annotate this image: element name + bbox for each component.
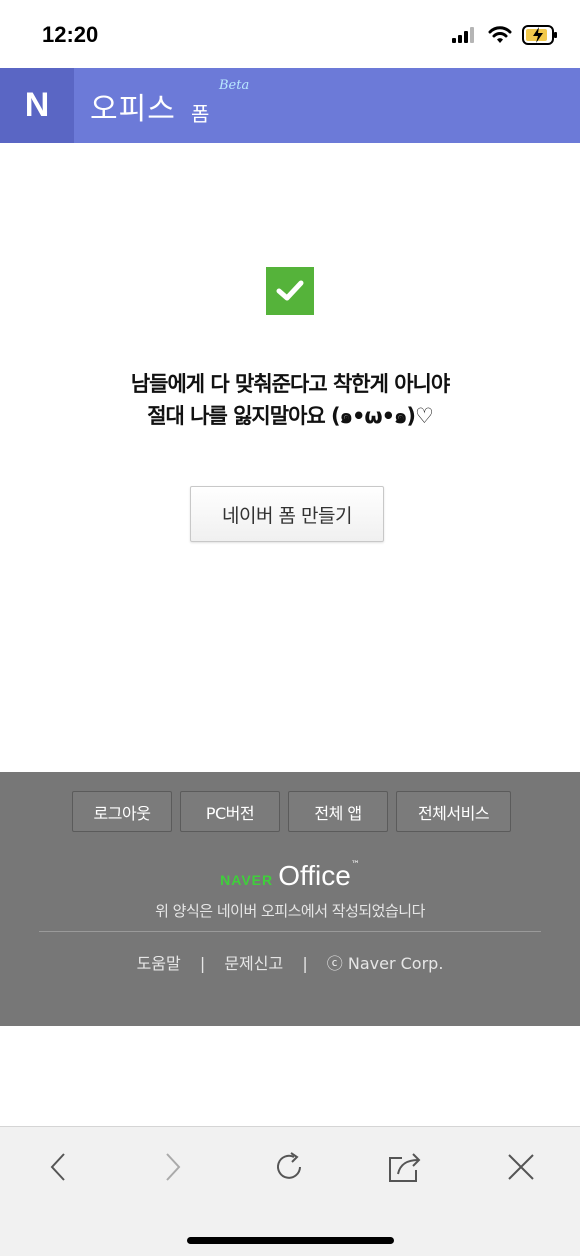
wifi-icon xyxy=(488,26,512,44)
header-title[interactable]: 오피스 xyxy=(90,84,176,128)
brand-naver: NAVER xyxy=(220,872,274,888)
beta-badge: Beta xyxy=(219,78,250,93)
check-icon xyxy=(266,267,314,315)
footer-buttons: 로그아웃 PC버전 전체 앱 전체서비스 xyxy=(72,791,511,832)
help-link[interactable]: 도움말 xyxy=(137,950,181,974)
brand-trademark: ™ xyxy=(350,860,360,870)
status-time: 12:20 xyxy=(42,22,99,47)
naver-logo[interactable]: N xyxy=(0,68,74,143)
status-bar: 12:20 xyxy=(0,0,580,68)
share-icon[interactable] xyxy=(385,1147,425,1187)
footer-divider xyxy=(39,931,541,932)
reload-icon[interactable] xyxy=(269,1147,309,1187)
close-icon[interactable] xyxy=(501,1147,541,1187)
battery-charging-icon xyxy=(522,25,558,45)
footer-note: 위 양식은 네이버 오피스에서 작성되었습니다 xyxy=(155,902,425,920)
create-naver-form-button[interactable]: 네이버 폼 만들기 xyxy=(190,486,384,542)
signal-icon xyxy=(452,27,478,43)
footer-links: 도움말 | 문제신고 | ⓒ Naver Corp. xyxy=(0,950,580,974)
brand-office: Office xyxy=(278,860,351,891)
pc-version-button[interactable]: PC버전 xyxy=(180,791,280,832)
home-indicator[interactable] xyxy=(187,1237,394,1244)
report-problem-link[interactable]: 문제신고 xyxy=(224,950,283,974)
completion-message: 남들에게 다 맞춰준다고 착한게 아니야 절대 나를 잃지말아요 (๑•ω•๑)… xyxy=(0,368,580,432)
footer: 로그아웃 PC버전 전체 앱 전체서비스 NAVER Office™ 위 양식은… xyxy=(0,772,580,1026)
logout-button[interactable]: 로그아웃 xyxy=(72,791,172,832)
copyright-text: ⓒ Naver Corp. xyxy=(326,954,444,973)
forward-icon[interactable] xyxy=(153,1147,193,1187)
browser-toolbar xyxy=(0,1126,580,1256)
back-icon[interactable] xyxy=(38,1147,78,1187)
app-header: N 오피스 폼 Beta xyxy=(0,68,580,143)
naver-office-logo: NAVER Office™ xyxy=(0,860,580,892)
message-line-1: 남들에게 다 맞춰준다고 착한게 아니야 xyxy=(130,372,450,396)
naver-logo-letter: N xyxy=(24,86,50,124)
status-icons xyxy=(452,24,558,46)
all-services-button[interactable]: 전체서비스 xyxy=(396,791,511,832)
link-separator: | xyxy=(199,954,206,973)
all-apps-button[interactable]: 전체 앱 xyxy=(288,791,388,832)
link-separator: | xyxy=(302,954,308,973)
header-subtitle: 폼 xyxy=(191,102,210,126)
message-line-2: 절대 나를 잃지말아요 (๑•ω•๑)♡ xyxy=(147,404,434,428)
